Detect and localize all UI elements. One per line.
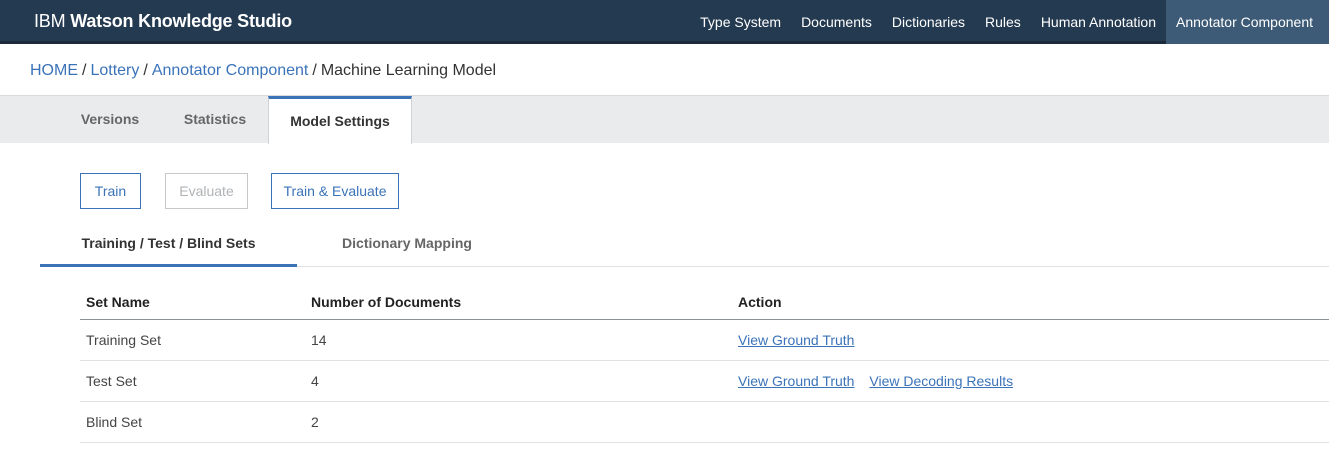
train-evaluate-button[interactable]: Train & Evaluate: [271, 173, 399, 209]
document-count-cell: 14: [305, 319, 732, 361]
brand-product-name: Watson Knowledge Studio: [70, 11, 292, 31]
model-tabs: Versions Statistics Model Settings: [0, 95, 1329, 144]
table-row: Test Set 4 View Ground Truth View Decodi…: [80, 360, 1329, 402]
set-name-cell: Blind Set: [80, 401, 305, 443]
view-ground-truth-link[interactable]: View Ground Truth: [738, 332, 854, 348]
nav-dictionaries[interactable]: Dictionaries: [882, 0, 975, 44]
table-header-row: Set Name Number of Documents Action: [80, 286, 1329, 320]
tab-statistics[interactable]: Statistics: [170, 96, 260, 143]
nav-rules[interactable]: Rules: [975, 0, 1031, 44]
app-brand[interactable]: IBM Watson Knowledge Studio: [34, 11, 292, 32]
column-header-number-of-documents[interactable]: Number of Documents: [305, 286, 732, 320]
top-nav-menu: Type System Documents Dictionaries Rules…: [690, 0, 1329, 44]
tab-model-settings[interactable]: Model Settings: [268, 96, 412, 144]
action-cell: View Ground Truth View Decoding Results: [732, 360, 1329, 402]
train-button[interactable]: Train: [80, 173, 141, 209]
action-cell: [732, 401, 1329, 443]
column-header-action: Action: [732, 286, 1329, 320]
breadcrumb-lottery[interactable]: Lottery: [90, 62, 139, 79]
tab-training-test-blind-sets[interactable]: Training / Test / Blind Sets: [40, 226, 297, 267]
evaluate-button: Evaluate: [165, 173, 248, 209]
breadcrumb-separator: /: [143, 62, 148, 79]
nav-documents[interactable]: Documents: [791, 0, 882, 44]
top-navigation-bar: IBM Watson Knowledge Studio Type System …: [0, 0, 1329, 44]
nav-human-annotation[interactable]: Human Annotation: [1031, 0, 1166, 44]
sets-table: Set Name Number of Documents Action Trai…: [80, 286, 1329, 443]
tab-versions[interactable]: Versions: [64, 96, 156, 143]
breadcrumb-home[interactable]: HOME: [30, 62, 78, 79]
breadcrumb-annotator-component[interactable]: Annotator Component: [152, 62, 309, 79]
view-ground-truth-link[interactable]: View Ground Truth: [738, 373, 854, 389]
action-cell: View Ground Truth: [732, 319, 1329, 361]
view-decoding-results-link[interactable]: View Decoding Results: [869, 373, 1013, 389]
sets-sub-tabs: Training / Test / Blind Sets Dictionary …: [40, 226, 1329, 267]
breadcrumb: HOME / Lottery / Annotator Component / Machine…: [30, 62, 496, 82]
tab-dictionary-mapping[interactable]: Dictionary Mapping: [327, 226, 487, 267]
nav-type-system[interactable]: Type System: [690, 0, 791, 44]
set-name-cell: Test Set: [80, 360, 305, 402]
breadcrumb-current-page: Machine Learning Model: [320, 62, 497, 79]
document-count-cell: 2: [305, 401, 732, 443]
table-row: Blind Set 2: [80, 401, 1329, 443]
breadcrumb-separator: /: [312, 62, 317, 79]
set-name-cell: Training Set: [80, 319, 305, 361]
brand-ibm: IBM: [34, 11, 66, 31]
document-count-cell: 4: [305, 360, 732, 402]
column-header-set-name[interactable]: Set Name: [80, 286, 305, 320]
table-row: Training Set 14 View Ground Truth: [80, 319, 1329, 361]
nav-annotator-component[interactable]: Annotator Component: [1166, 0, 1329, 44]
breadcrumb-separator: /: [82, 62, 87, 79]
